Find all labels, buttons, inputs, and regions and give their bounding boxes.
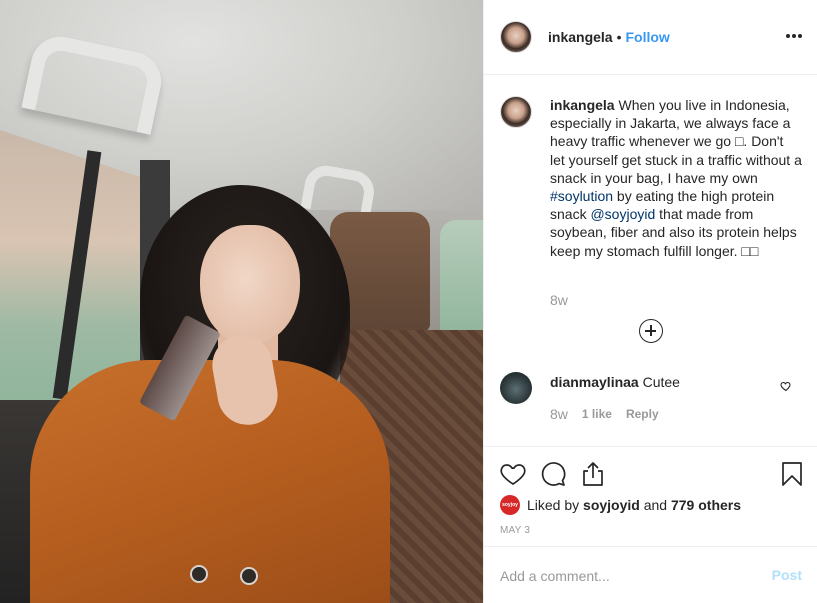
woman-face [200,225,300,345]
orange-jacket [30,360,390,603]
emoji: □□ [741,242,759,259]
post-photo[interactable] [0,0,483,603]
caption-timestamp[interactable]: 8w [550,292,568,308]
mention-link[interactable]: @soyjoyid [590,206,655,222]
liker-username[interactable]: soyjoyid [583,497,640,513]
comment-text: dianmaylinaa Cutee [550,374,680,390]
comment-meta: 8w 1 like Reply [550,406,659,422]
reply-button[interactable]: Reply [626,407,659,422]
likes-summary: soyjoy Liked by soyjoyid and 779 others [500,495,741,515]
likes-text: Liked by soyjoyid and 779 others [527,497,741,513]
likes-middle: and [639,497,671,513]
header-username[interactable]: inkangela [548,29,613,45]
avatar[interactable] [500,21,532,53]
comments-section[interactable]: inkangela When you live in Indonesia, es… [484,76,817,446]
comment-likes[interactable]: 1 like [582,407,612,422]
share-icon[interactable] [580,461,606,487]
likes-prefix: Liked by [527,497,584,513]
dot [792,34,796,38]
caption-text: inkangela When you live in Indonesia, es… [550,96,802,260]
liker-avatar[interactable]: soyjoy [500,495,520,515]
caption-username[interactable]: inkangela [550,97,615,113]
hashtag-link[interactable]: #soylution [550,188,613,204]
caption-avatar[interactable] [500,96,532,128]
post-date[interactable]: MAY 3 [500,525,530,536]
add-comment-bar: Post [484,546,817,603]
dot [798,34,802,38]
comment-timestamp[interactable]: 8w [550,406,568,422]
comment-input[interactable] [500,565,750,587]
jacket-button [190,565,208,583]
dot [786,34,790,38]
post-actions: soyjoy Liked by soyjoyid and 779 others … [484,446,817,546]
commenter-username[interactable]: dianmaylinaa [550,374,639,390]
bookmark-icon[interactable] [780,461,804,487]
comment-body: Cutee [638,374,680,390]
commenter-avatar[interactable] [500,372,532,404]
comment-heart-icon[interactable] [780,380,792,392]
follow-button[interactable]: Follow [626,29,670,45]
likes-count[interactable]: 779 others [671,497,741,513]
post-header: inkangela • Follow [484,0,817,75]
post-button[interactable]: Post [772,567,802,583]
heart-icon[interactable] [500,461,526,487]
comment-item: dianmaylinaa Cutee 8w 1 like Reply [500,372,802,432]
post-side-panel: inkangela • Follow inkangela When you li… [483,0,817,603]
more-options-icon[interactable] [786,28,802,44]
comment-icon[interactable] [540,461,566,487]
action-icons [500,461,606,487]
rear-window [440,220,483,340]
jacket-button [240,567,258,585]
plus-circle-icon[interactable] [639,319,663,343]
separator-dot: • [616,29,622,45]
